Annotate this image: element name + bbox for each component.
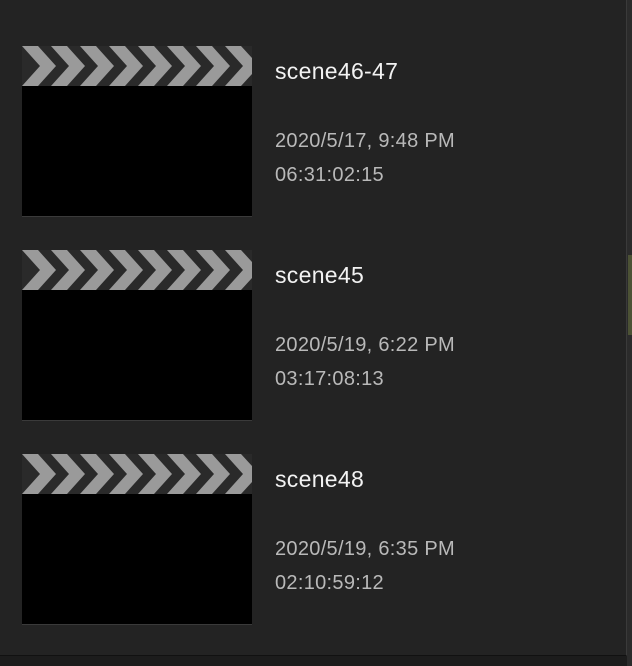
clip-title[interactable]: scene45 [275, 262, 364, 289]
clapperboard-icon [22, 46, 252, 86]
clip-thumbnail[interactable] [22, 46, 252, 216]
clip-date: 2020/5/17, 9:48 PM [275, 130, 455, 152]
panel-divider[interactable] [627, 0, 632, 666]
thumbnail-preview [22, 290, 252, 420]
clip-item-scene46-47[interactable]: scene46-47 2020/5/17, 9:48 PM 06:31:02:1… [0, 46, 626, 226]
clapperboard-icon [22, 250, 252, 290]
clip-item-scene45[interactable]: scene45 2020/5/19, 6:22 PM 03:17:08:13 [0, 250, 626, 430]
panel-bottom-border [0, 656, 627, 666]
clip-duration: 06:31:02:15 [275, 164, 384, 186]
clip-list: scene46-47 2020/5/17, 9:48 PM 06:31:02:1… [0, 0, 626, 655]
clip-list-panel: scene46-47 2020/5/17, 9:48 PM 06:31:02:1… [0, 0, 627, 656]
clip-duration: 03:17:08:13 [275, 368, 384, 390]
thumbnail-preview [22, 494, 252, 624]
clip-duration: 02:10:59:12 [275, 572, 384, 594]
adjacent-panel-edge [628, 255, 632, 335]
clapperboard-icon [22, 454, 252, 494]
clip-thumbnail[interactable] [22, 250, 252, 420]
clip-date: 2020/5/19, 6:35 PM [275, 538, 455, 560]
clip-title[interactable]: scene48 [275, 466, 364, 493]
clip-date: 2020/5/19, 6:22 PM [275, 334, 455, 356]
thumbnail-preview [22, 86, 252, 216]
clip-item-scene48[interactable]: scene48 2020/5/19, 6:35 PM 02:10:59:12 [0, 454, 626, 634]
clip-thumbnail[interactable] [22, 454, 252, 624]
clip-title[interactable]: scene46-47 [275, 58, 398, 85]
